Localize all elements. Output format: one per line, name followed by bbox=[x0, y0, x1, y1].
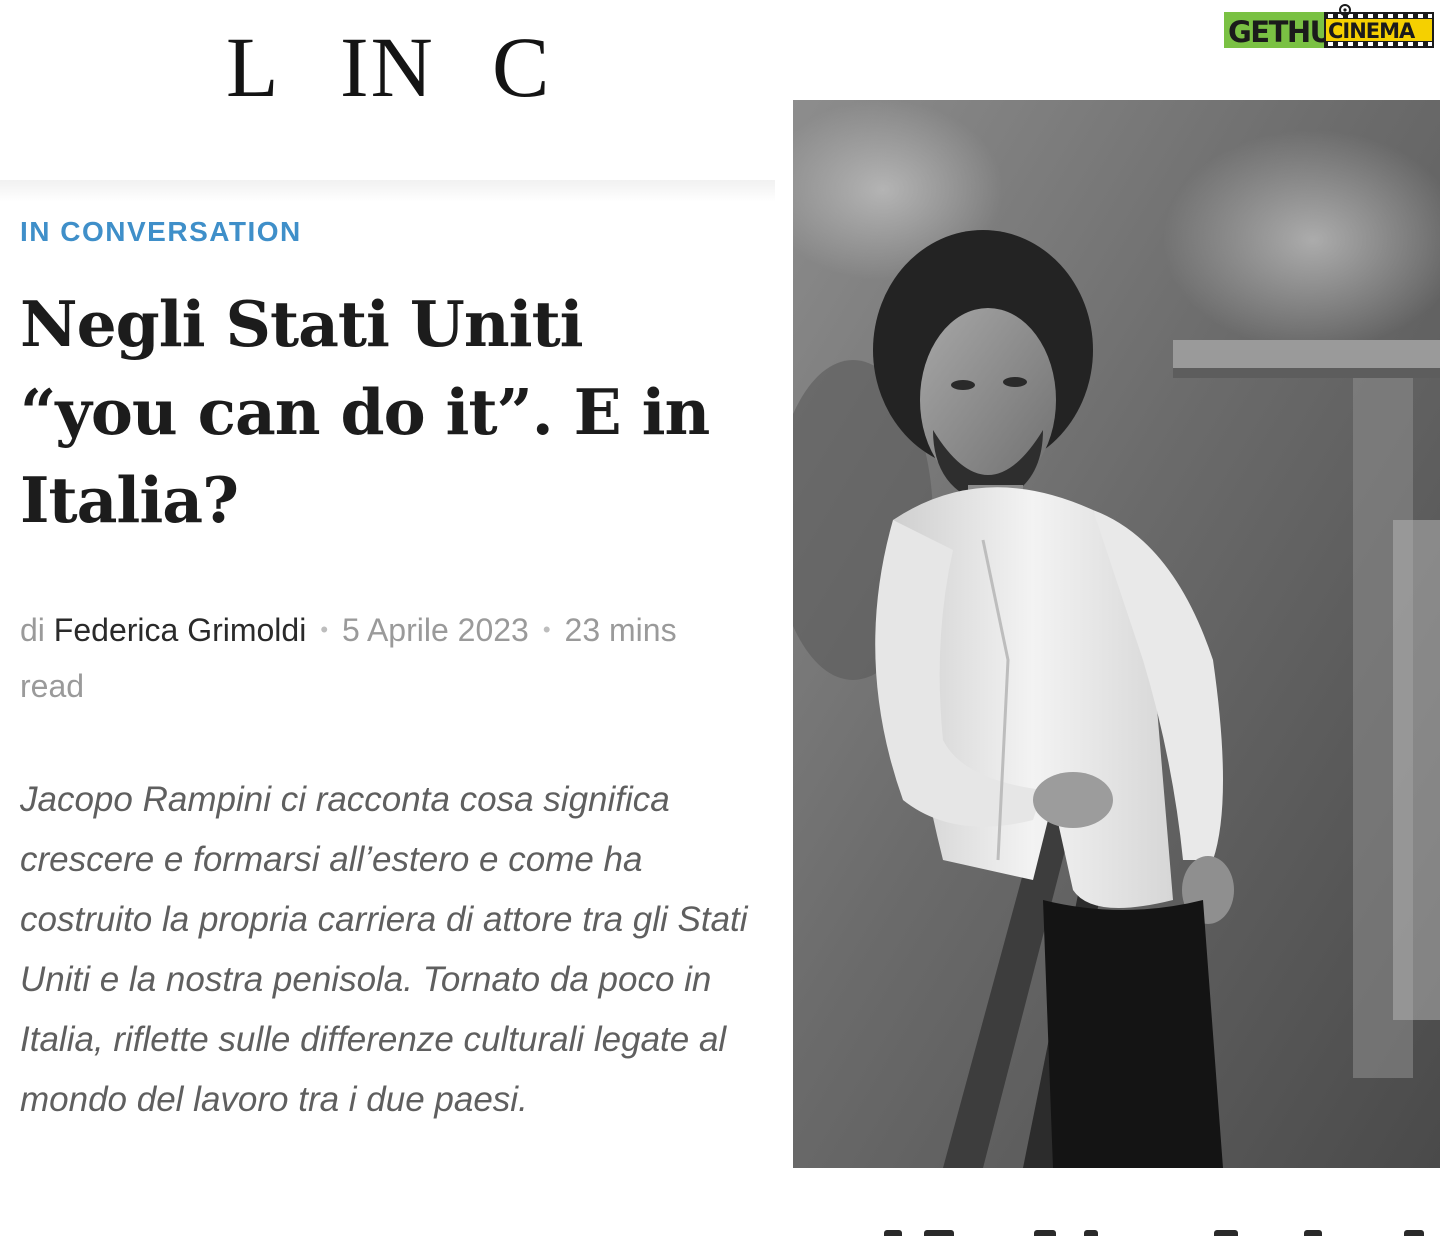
svg-text:CINEMA: CINEMA bbox=[1328, 19, 1416, 43]
byline-prefix: di bbox=[20, 612, 45, 648]
article-category[interactable]: IN CONVERSATION bbox=[20, 214, 302, 250]
header-separator bbox=[0, 180, 775, 202]
logo-letters-in: IN bbox=[340, 19, 435, 115]
gethu-cinema-logo-icon: GETHU CINEMA bbox=[1224, 4, 1434, 49]
byline-separator-dot: • bbox=[320, 617, 329, 642]
logo-letter-c: C bbox=[492, 19, 552, 115]
byline-date: 5 Aprile 2023 bbox=[342, 612, 529, 648]
caption-fragment bbox=[884, 1224, 1440, 1236]
gethu-cinema-watermark: GETHU CINEMA bbox=[1222, 4, 1436, 50]
logo-letter-l: L bbox=[226, 19, 281, 115]
article-excerpt: Jacopo Rampini ci racconta cosa signific… bbox=[20, 780, 748, 1119]
byline-author[interactable]: Federica Grimoldi bbox=[54, 612, 307, 648]
byline-separator-dot: • bbox=[542, 617, 551, 642]
svg-text:GETHU: GETHU bbox=[1228, 15, 1332, 49]
article-byline: di Federica Grimoldi • 5 Aprile 2023 • 23 mi… bbox=[20, 604, 720, 712]
portrait-image bbox=[793, 100, 1440, 1168]
article-headline[interactable]: Negli Stati Uniti “you can do it”. E in … bbox=[20, 280, 760, 544]
article-photo bbox=[793, 100, 1440, 1168]
